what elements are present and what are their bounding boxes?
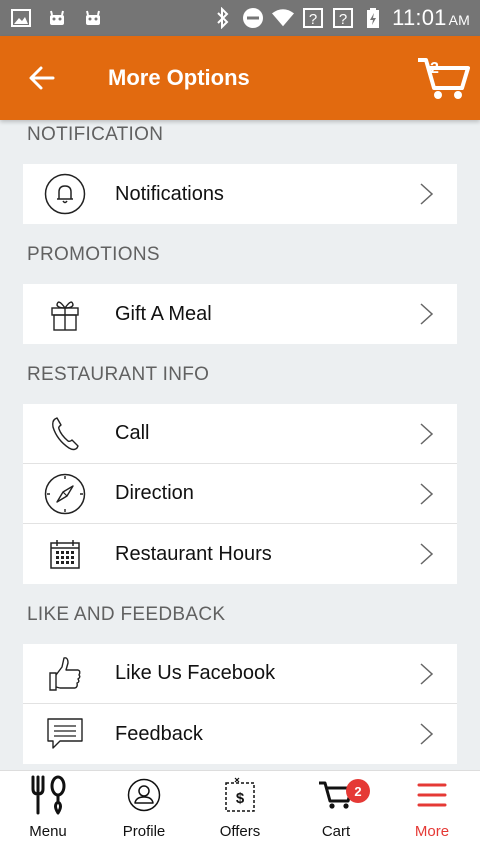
cart-button[interactable]: 2	[408, 36, 480, 120]
cart-count: 2	[430, 60, 439, 77]
card-notification: Notifications	[23, 164, 457, 224]
chevron-right-icon	[420, 423, 434, 445]
android-icon	[46, 7, 68, 29]
chevron-right-icon	[420, 483, 434, 505]
call-label: Call	[115, 422, 150, 444]
section-title-promotions: PROMOTIONS	[27, 244, 160, 265]
section-title-notification: NOTIFICATION	[27, 124, 164, 145]
direction-item[interactable]: Direction	[23, 464, 457, 524]
options-list: NOTIFICATION Notifications PROMOTIONS Gi…	[0, 120, 480, 768]
feedback-item[interactable]: Feedback	[23, 704, 457, 764]
gallery-icon	[10, 7, 32, 29]
section-title-like-and-feedback: LIKE AND FEEDBACK	[27, 604, 226, 625]
svg-text:?: ?	[339, 11, 347, 28]
tab-profile[interactable]: Profile	[96, 771, 192, 854]
wifi-icon	[272, 7, 295, 29]
gift-a-meal-item[interactable]: Gift A Meal	[23, 284, 457, 344]
battery-charging-icon	[362, 7, 384, 29]
tab-offers-label: Offers	[219, 823, 261, 840]
gift-a-meal-label: Gift A Meal	[115, 302, 212, 325]
app-bar: More Options 2	[0, 36, 480, 120]
feedback-label: Feedback	[115, 722, 203, 745]
status-bar: ? ? 11:01 AM	[0, 0, 480, 36]
thumbs-up-icon	[23, 644, 107, 704]
card-restaurant-info: Call Direction Restaurant Hours	[23, 404, 457, 584]
notifications-item[interactable]: Notifications	[23, 164, 457, 224]
chevron-right-icon	[420, 723, 434, 745]
message-icon	[23, 704, 107, 764]
phone-icon	[23, 404, 107, 464]
notifications-label: Notifications	[115, 182, 224, 205]
fork-spoon-icon	[28, 773, 68, 817]
tab-menu-label: Menu	[29, 823, 67, 840]
tab-profile-label: Profile	[122, 823, 166, 840]
call-item[interactable]: Call	[23, 404, 457, 464]
restaurant-hours-label: Restaurant Hours	[115, 542, 272, 565]
tab-cart[interactable]: Cart 2	[288, 771, 384, 854]
chevron-right-icon	[420, 183, 434, 205]
bluetooth-icon	[212, 7, 234, 29]
cart-badge: 2	[346, 779, 370, 803]
tab-menu[interactable]: Menu	[0, 771, 96, 854]
arrow-left-icon	[29, 66, 55, 90]
status-left-icons	[10, 7, 104, 29]
bottom-nav: Menu Profile $ Offers Cart 2 More	[0, 770, 480, 854]
tab-more-label: More	[414, 823, 450, 840]
compass-icon	[23, 464, 107, 524]
tab-offers[interactable]: $ Offers	[192, 771, 288, 854]
chevron-right-icon	[420, 303, 434, 325]
coupon-icon: $	[223, 773, 257, 817]
cart-icon	[418, 58, 470, 99]
calendar-icon	[23, 524, 107, 584]
section-title-restaurant-info: RESTAURANT INFO	[27, 364, 210, 385]
status-right-icons: ? ? 11:01 AM	[212, 5, 470, 31]
hamburger-icon	[417, 773, 447, 817]
clock: 11:01 AM	[392, 5, 470, 30]
bell-icon	[23, 164, 107, 224]
no-signal-icon: ?	[332, 7, 354, 29]
android-icon	[82, 7, 104, 29]
like-us-facebook-item[interactable]: Like Us Facebook	[23, 644, 457, 704]
svg-text:?: ?	[309, 11, 317, 28]
restaurant-hours-item[interactable]: Restaurant Hours	[23, 524, 457, 584]
page-title: More Options	[108, 65, 250, 90]
like-us-facebook-label: Like Us Facebook	[115, 662, 276, 684]
svg-text:$: $	[236, 790, 245, 807]
no-signal-icon: ?	[302, 7, 324, 29]
do-not-disturb-icon	[242, 7, 264, 29]
direction-label: Direction	[115, 482, 194, 504]
gift-icon	[23, 284, 107, 344]
card-promotions: Gift A Meal	[23, 284, 457, 344]
chevron-right-icon	[420, 663, 434, 685]
chevron-right-icon	[420, 543, 434, 565]
card-like-and-feedback: Like Us Facebook Feedback	[23, 644, 457, 764]
tab-cart-label: Cart	[321, 823, 351, 840]
profile-icon	[127, 773, 161, 817]
tab-more[interactable]: More	[384, 771, 480, 854]
back-button[interactable]	[0, 36, 84, 120]
